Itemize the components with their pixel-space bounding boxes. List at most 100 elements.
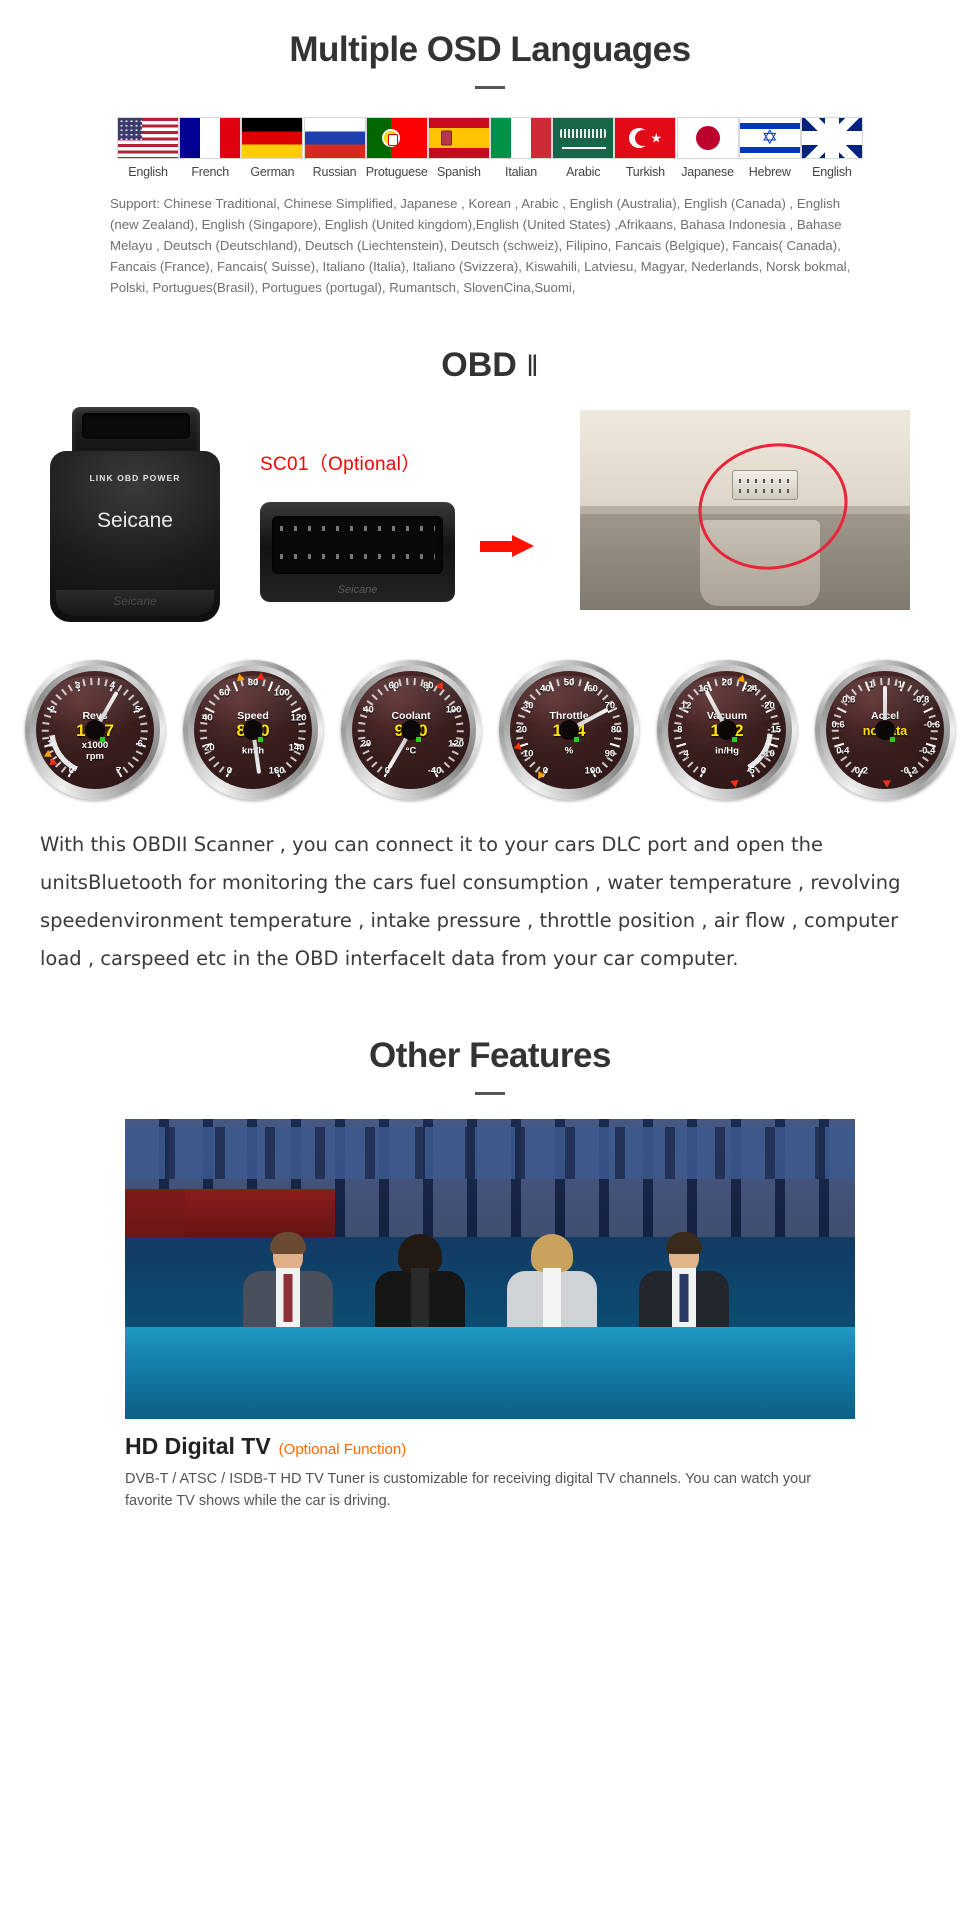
other-features-title: Other Features	[369, 1036, 611, 1075]
tv-image-wrap	[125, 1119, 855, 1419]
gauge-tick-label: 30	[522, 700, 534, 712]
gauge-tick-label: 60	[388, 680, 400, 692]
gauge-vacuum: 048121620-24-20-15-10-5Vacuum16.2in/Hg	[657, 660, 797, 800]
hdtv-heading-row: HD Digital TV (Optional Function)	[125, 1433, 855, 1460]
obd-gauges-row: 01234567Revs1767x1000 rpm020406080100120…	[25, 660, 955, 800]
flag-cell: Russian	[303, 117, 366, 179]
flag-label: French	[191, 165, 230, 179]
obd-male-plug-image: Seicane	[260, 502, 455, 602]
flag-fr-icon	[179, 117, 242, 159]
gauge-tick-label: 4	[109, 680, 115, 692]
gauge-tick-label: -40	[427, 765, 442, 777]
flag-cell: ✡ Hebrew	[738, 117, 801, 179]
flag-ru-icon	[303, 117, 366, 159]
gauge-status-dot	[731, 737, 737, 743]
gauge-tick-label: 12	[680, 700, 692, 712]
right-arrow-icon	[480, 535, 534, 557]
dongle-brand-small: Seicane	[113, 594, 157, 608]
gauge-tick-label: 60	[218, 687, 230, 699]
gauge-tick-label: 160	[268, 765, 285, 777]
flag-cell: English	[800, 117, 863, 179]
flag-il-icon: ✡	[738, 117, 801, 159]
gauge-tick-label: 1	[47, 738, 53, 750]
gauge-tick-label: -0.8	[912, 694, 930, 706]
obd-description: With this OBDII Scanner , you can connec…	[40, 833, 901, 970]
gauge-unit: x1000 rpm	[81, 740, 109, 763]
gauge-unit: °C	[405, 745, 417, 757]
hdtv-optional-label: (Optional Function)	[278, 1441, 407, 1458]
flag-pt-icon	[365, 117, 428, 159]
gauge-tick-label: 0.6	[831, 719, 845, 731]
gauge-tick-label: 7	[115, 765, 122, 777]
car-dlc-port-photo	[580, 410, 910, 610]
gauge-tick-label: -0.2	[900, 765, 917, 777]
gauge-tick-label: 100	[273, 687, 290, 699]
flag-label: Italian	[505, 165, 538, 179]
gauge-tick-label: 40	[202, 712, 213, 724]
product-page: Multiple OSD Languages English French Germ…	[0, 0, 980, 1552]
gauge-tick-label: -1	[894, 679, 903, 691]
gauge-tick-label: 100	[584, 765, 601, 777]
gauge-tick-label: -0.4	[918, 745, 936, 757]
gauge-tick-label: 3	[75, 680, 81, 692]
flag-label: Spanish	[436, 165, 481, 179]
flag-label: Turkish	[625, 165, 665, 179]
gauge-tick-label: 80	[610, 724, 622, 736]
gauge-tick-label: 0	[226, 765, 233, 777]
flag-label: Arabic	[566, 165, 601, 179]
gauge-tick-label: 4	[683, 748, 689, 760]
sc01-optional-caption: SC01（Optional）	[260, 454, 421, 475]
gauge-revs: 01234567Revs1767x1000 rpm	[25, 660, 165, 800]
flag-label: Hebrew	[748, 165, 791, 179]
gauge-accel: 0.20.40.60.81-1-0.8-0.6-0.4-0.2Accelno d…	[815, 660, 955, 800]
flag-jp-icon	[676, 117, 739, 159]
gauge-tick-label: -24	[743, 683, 758, 695]
gauge-tick-label: 20	[721, 677, 733, 689]
flag-cell: ★ Turkish	[614, 117, 677, 179]
gauge-marker	[256, 672, 265, 681]
gauge-tick-label: 6	[137, 738, 143, 750]
gauge-tick-label: -10	[761, 748, 775, 760]
dongle-brand: Seicane	[97, 509, 173, 532]
dongle-body: LINK OBD POWER Seicane Seicane	[50, 451, 220, 622]
gauge-status-dot	[573, 737, 579, 743]
gauge-tick-label: 90	[604, 748, 616, 760]
hdtv-description: DVB-T / ATSC / ISDB-T HD TV Tuner is cus…	[125, 1471, 812, 1509]
flag-label: Russian	[312, 165, 357, 179]
obd-dongle-image: LINK OBD POWER Seicane Seicane	[50, 407, 220, 622]
flag-cell: German	[241, 117, 304, 179]
flag-de-icon	[241, 117, 304, 159]
gauge-status-dot	[889, 737, 895, 743]
osd-section-title: Multiple OSD Languages	[289, 30, 691, 69]
gauge-tick-label: 2	[49, 704, 56, 716]
gauge-marker	[730, 779, 739, 788]
flag-cell: French	[179, 117, 242, 179]
gauge-status-dot	[99, 737, 105, 743]
gauge-tick-label: 120	[448, 738, 465, 750]
flag-label: English	[812, 165, 852, 179]
flag-sa-icon	[552, 117, 615, 159]
gauge-tick-label: 120	[290, 712, 307, 724]
gauge-throttle: 0102030405060708090100Throttle18.4%	[499, 660, 639, 800]
gauge-tick-label: -0.6	[923, 719, 941, 731]
obd-hardware-stage: LINK OBD POWER Seicane Seicane SC01（Opti…	[20, 407, 960, 632]
obd-title-text: OBD	[441, 346, 517, 384]
gauge-tick-label: 0.2	[854, 765, 868, 777]
flag-uk-icon	[800, 117, 863, 159]
news-studio-anchors-photo	[125, 1119, 855, 1419]
gauge-tick-label: 0.4	[836, 745, 850, 757]
obd-section-title: OBD ‖	[0, 298, 980, 385]
gauge-tick-label: 5	[134, 704, 141, 716]
plug-brand-small: Seicane	[337, 584, 378, 596]
flag-cell: Arabic	[552, 117, 615, 179]
gauge-tick-label: 8	[677, 724, 683, 736]
plug-pins	[280, 524, 435, 566]
gauge-tick-label: -15	[767, 724, 782, 736]
flag-label: German	[250, 165, 295, 179]
flag-cell: English	[117, 117, 179, 179]
flag-it-icon	[490, 117, 553, 159]
osd-support-text: Support: Chinese Traditional, Chinese Si…	[110, 196, 851, 295]
gauge-unit: in/Hg	[715, 745, 739, 757]
gauge-status-dot	[257, 737, 263, 743]
flag-cell: Protuguese	[365, 117, 428, 179]
